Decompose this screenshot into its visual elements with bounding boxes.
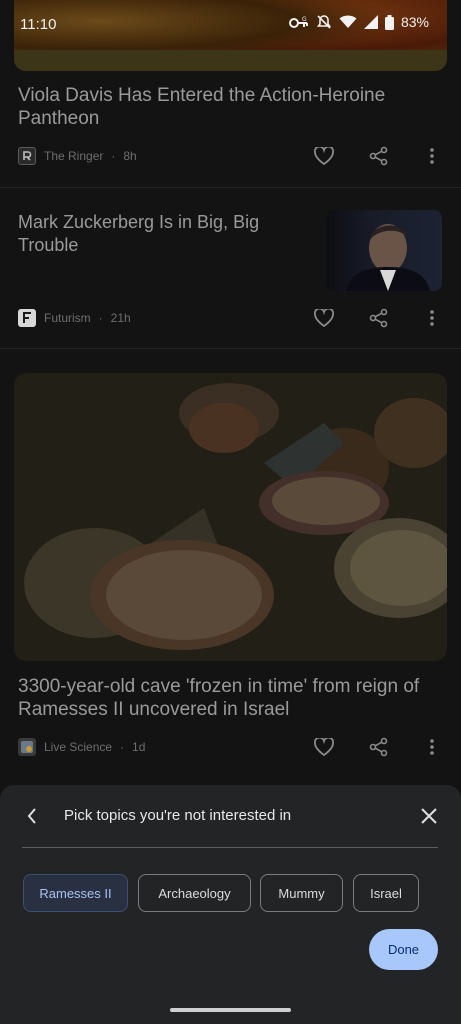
heart-icon[interactable] <box>312 144 336 168</box>
heart-icon[interactable] <box>312 735 336 759</box>
article-age: 8h <box>123 149 137 163</box>
article-age: 21h <box>110 311 131 325</box>
topic-chip-mummy[interactable]: Mummy <box>260 874 343 912</box>
svg-text:G: G <box>302 16 307 23</box>
heart-icon[interactable] <box>312 306 336 330</box>
article-title[interactable]: Mark Zuckerberg Is in Big, Big Trouble <box>18 211 318 257</box>
back-arrow-icon[interactable] <box>20 804 44 828</box>
article-source: Live Science <box>44 740 113 754</box>
separator-dot: · <box>111 149 116 163</box>
share-icon[interactable] <box>367 735 391 759</box>
signal-icon <box>363 15 378 29</box>
article-source-row: Futurism · 21h <box>18 309 131 327</box>
status-time: 11:10 <box>20 16 57 33</box>
article-source: The Ringer <box>44 149 104 163</box>
article-source: Futurism <box>44 311 91 325</box>
gesture-nav-handle[interactable] <box>170 1008 291 1012</box>
sheet-title: Pick topics you're not interested in <box>64 807 292 824</box>
futurism-logo-icon <box>18 309 36 327</box>
article-hero-image[interactable] <box>14 373 447 661</box>
mute-icon <box>316 14 332 30</box>
done-button[interactable]: Done <box>369 929 438 970</box>
ringer-logo-icon <box>18 147 36 165</box>
separator-dot: · <box>98 311 103 325</box>
more-options-icon[interactable] <box>420 306 444 330</box>
divider <box>0 187 461 188</box>
article-age: 1d <box>132 740 146 754</box>
more-options-icon[interactable] <box>420 144 444 168</box>
topic-chip-archaeology[interactable]: Archaeology <box>138 874 251 912</box>
article-thumbnail[interactable] <box>326 210 442 291</box>
battery-percent: 83% <box>400 14 429 30</box>
article-source-row: Live Science · 1d <box>18 738 145 756</box>
share-icon[interactable] <box>367 306 391 330</box>
more-options-icon[interactable] <box>420 735 444 759</box>
separator-dot: · <box>120 740 125 754</box>
status-bar: 11:10 G 83% <box>0 0 461 50</box>
article-title[interactable]: 3300-year-old cave 'frozen in time' from… <box>18 675 448 721</box>
share-icon[interactable] <box>367 144 391 168</box>
status-icons: G 83% <box>288 14 429 30</box>
sheet-divider <box>22 847 438 848</box>
battery-icon <box>384 14 394 30</box>
close-icon[interactable] <box>417 804 441 828</box>
vpn-key-icon: G <box>288 15 309 29</box>
topic-chip-israel[interactable]: Israel <box>353 874 419 912</box>
topic-chip-ramesses-ii[interactable]: Ramesses II <box>23 874 128 912</box>
article-title[interactable]: Viola Davis Has Entered the Action-Heroi… <box>18 84 418 130</box>
divider <box>0 348 461 349</box>
wifi-icon <box>339 15 357 29</box>
article-source-row: The Ringer · 8h <box>18 147 137 165</box>
live-science-logo-icon <box>18 738 36 756</box>
